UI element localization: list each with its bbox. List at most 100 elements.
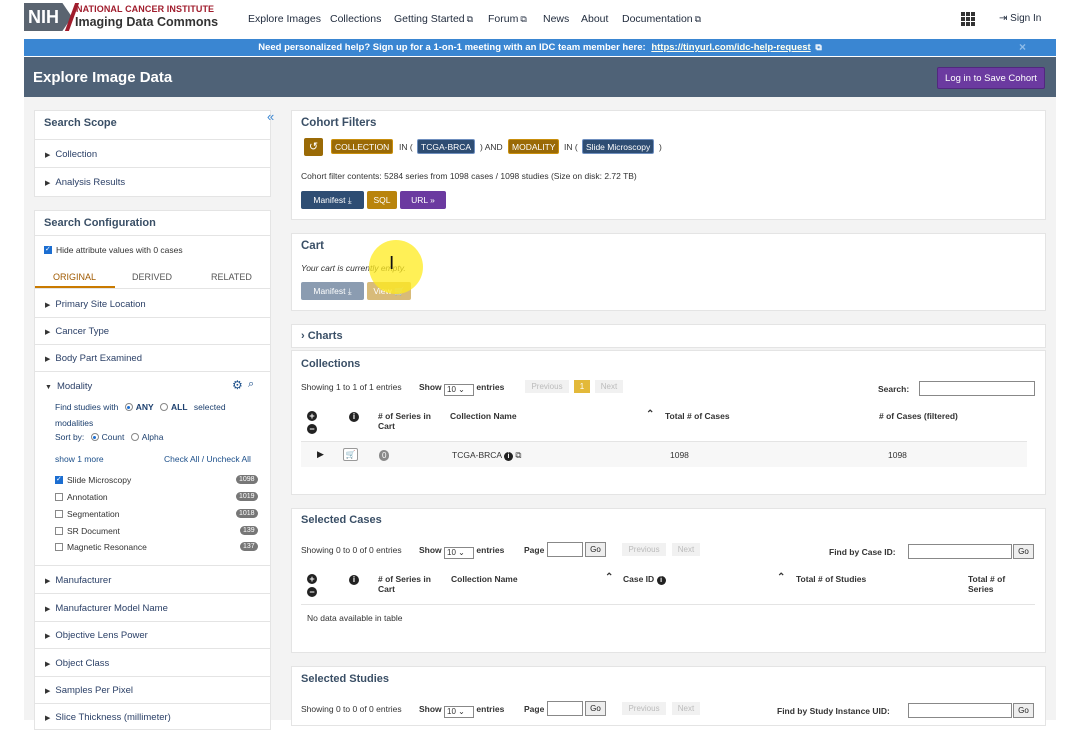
radio-all[interactable] (160, 403, 169, 411)
previous-page-button[interactable]: Previous (622, 543, 666, 556)
col-total-series[interactable]: Total # of Series (968, 574, 1028, 594)
url-button[interactable]: URL » (400, 191, 446, 209)
modality-item-sr-document[interactable]: SR Document (55, 526, 120, 536)
go-button[interactable]: Go (1013, 703, 1034, 718)
table-row[interactable] (301, 441, 1027, 467)
attr-modality[interactable]: ▼ Modality (45, 381, 92, 392)
reset-filters-button[interactable]: ↺ (304, 138, 323, 156)
tab-related[interactable]: RELATED (211, 272, 252, 282)
attr-samples-per-pixel[interactable]: ▶ Samples Per Pixel (45, 685, 133, 696)
search-icon[interactable]: ⌕ (248, 378, 254, 391)
expand-all-icon[interactable]: + (307, 574, 317, 584)
previous-page-button[interactable]: Previous (622, 702, 666, 715)
nav-documentation[interactable]: Documentation ⧉ (622, 13, 701, 25)
modality-item-segmentation[interactable]: Segmentation (55, 509, 119, 519)
info-icon[interactable]: i (503, 452, 513, 461)
col-total-cases[interactable]: Total # of Cases (665, 411, 730, 421)
go-button[interactable]: Go (585, 542, 606, 557)
sort-asc-icon[interactable]: ⌃ (646, 409, 654, 420)
banner-link[interactable]: https://tinyurl.com/idc-help-request (651, 42, 810, 53)
page-size-select[interactable]: 10 ⌄ (444, 706, 475, 718)
next-page-button[interactable]: Next (672, 543, 700, 556)
next-page-button[interactable]: Next (672, 702, 700, 715)
collapse-all-icon[interactable]: − (307, 587, 317, 597)
scope-item-analysis-results[interactable]: ▶ Analysis Results (45, 177, 125, 188)
attr-manufacturer[interactable]: ▶ Manufacturer (45, 575, 111, 586)
modality-item-annotation[interactable]: Annotation (55, 492, 108, 502)
nav-explore-images[interactable]: Explore Images (248, 13, 321, 25)
col-case-id[interactable]: Case ID i (623, 574, 666, 585)
add-to-cart-icon[interactable]: 🛒 (343, 448, 358, 461)
collections-search-input[interactable] (919, 381, 1035, 396)
idc-name[interactable]: Imaging Data Commons (75, 15, 218, 29)
col-total-studies[interactable]: Total # of Studies (796, 574, 866, 584)
charts-toggle[interactable]: › Charts (301, 330, 343, 342)
col-collection-name[interactable]: Collection Name (450, 411, 517, 421)
check-all-link[interactable]: Check All / Uncheck All (164, 454, 251, 464)
info-icon[interactable]: i (349, 412, 359, 422)
modality-item-magnetic-resonance[interactable]: Magnetic Resonance (55, 542, 147, 552)
attr-manufacturer-model-name[interactable]: ▶ Manufacturer Model Name (45, 603, 168, 614)
attr-slice-thickness[interactable]: ▶ Slice Thickness (millimeter) (45, 712, 171, 723)
radio-all-label: ALL (171, 402, 188, 412)
previous-page-button[interactable]: Previous (525, 380, 569, 393)
hide-zero-checkbox[interactable]: Hide attribute values with 0 cases (44, 245, 183, 255)
manifest-button[interactable]: Manifest ⤓ (301, 191, 364, 209)
nci-name[interactable]: NATIONAL CANCER INSTITUTE (76, 4, 214, 14)
page-1-button[interactable]: 1 (574, 380, 590, 393)
copy-icon[interactable]: ⧉ (515, 450, 521, 460)
scope-item-collection[interactable]: ▶ Collection (45, 149, 97, 160)
radio-sort-alpha[interactable] (130, 433, 139, 441)
caret-right-icon: ▶ (45, 578, 51, 585)
save-cohort-button[interactable]: Log in to Save Cohort (937, 67, 1045, 89)
nav-about[interactable]: About (581, 13, 608, 25)
nav-forum[interactable]: Forum ⧉ (488, 13, 527, 25)
sql-button[interactable]: SQL (367, 191, 397, 209)
apps-grid-icon[interactable] (961, 12, 975, 26)
col-series-in-cart[interactable]: # of Series in Cart (378, 411, 442, 431)
nav-news[interactable]: News (543, 13, 569, 25)
attr-cancer-type[interactable]: ▶ Cancer Type (45, 326, 109, 337)
sign-in-link[interactable]: ⇥ Sign In (999, 13, 1041, 24)
page-number-input[interactable] (547, 542, 583, 557)
next-page-button[interactable]: Next (595, 380, 623, 393)
cart-manifest-button[interactable]: Manifest ⤓ (301, 282, 364, 300)
tab-original[interactable]: ORIGINAL (53, 272, 96, 282)
total-cases-cell: 1098 (670, 450, 689, 460)
attr-body-part-examined[interactable]: ▶ Body Part Examined (45, 353, 142, 364)
sort-asc-icon[interactable]: ⌃ (605, 572, 613, 583)
go-button[interactable]: Go (1013, 544, 1034, 559)
nav-collections[interactable]: Collections (330, 13, 381, 25)
col-collection-name[interactable]: Collection Name (451, 574, 518, 584)
find-case-input[interactable] (908, 544, 1012, 559)
show-more-link[interactable]: show 1 more (55, 454, 104, 464)
banner-close-button[interactable]: × (1019, 39, 1026, 56)
page-number-input[interactable] (547, 701, 583, 716)
info-icon[interactable]: i (349, 575, 359, 585)
nav-getting-started[interactable]: Getting Started ⧉ (394, 13, 473, 25)
info-icon[interactable]: i (656, 576, 666, 585)
modality-item-slide-microscopy[interactable]: Slide Microscopy (55, 475, 131, 485)
attr-primary-site-location[interactable]: ▶ Primary Site Location (45, 299, 146, 310)
caret-right-icon[interactable]: ▶ (317, 449, 324, 460)
go-button[interactable]: Go (585, 701, 606, 716)
col-cases-filtered[interactable]: # of Cases (filtered) (879, 411, 958, 421)
collapse-all-icon[interactable]: − (307, 424, 317, 434)
nih-logo[interactable]: NIH (24, 3, 72, 31)
sort-asc-icon[interactable]: ⌃ (777, 572, 785, 583)
attr-label: Manufacturer (55, 575, 112, 586)
gear-icon[interactable]: ⚙ (232, 378, 243, 392)
radio-any[interactable] (124, 403, 133, 411)
attr-objective-lens-power[interactable]: ▶ Objective Lens Power (45, 630, 148, 641)
collapse-sidebar-icon[interactable]: « (267, 109, 274, 124)
attr-object-class[interactable]: ▶ Object Class (45, 658, 109, 669)
radio-sort-count[interactable] (90, 433, 99, 441)
double-chevron-right-icon: » (430, 195, 435, 205)
expand-all-icon[interactable]: + (307, 411, 317, 421)
cohort-filters-title: Cohort Filters (301, 117, 377, 129)
page-size-select[interactable]: 10 ⌄ (444, 384, 475, 396)
find-study-input[interactable] (908, 703, 1012, 718)
page-size-select[interactable]: 10 ⌄ (444, 547, 475, 559)
tab-derived[interactable]: DERIVED (132, 272, 172, 282)
col-series-in-cart[interactable]: # of Series in Cart (378, 574, 442, 594)
